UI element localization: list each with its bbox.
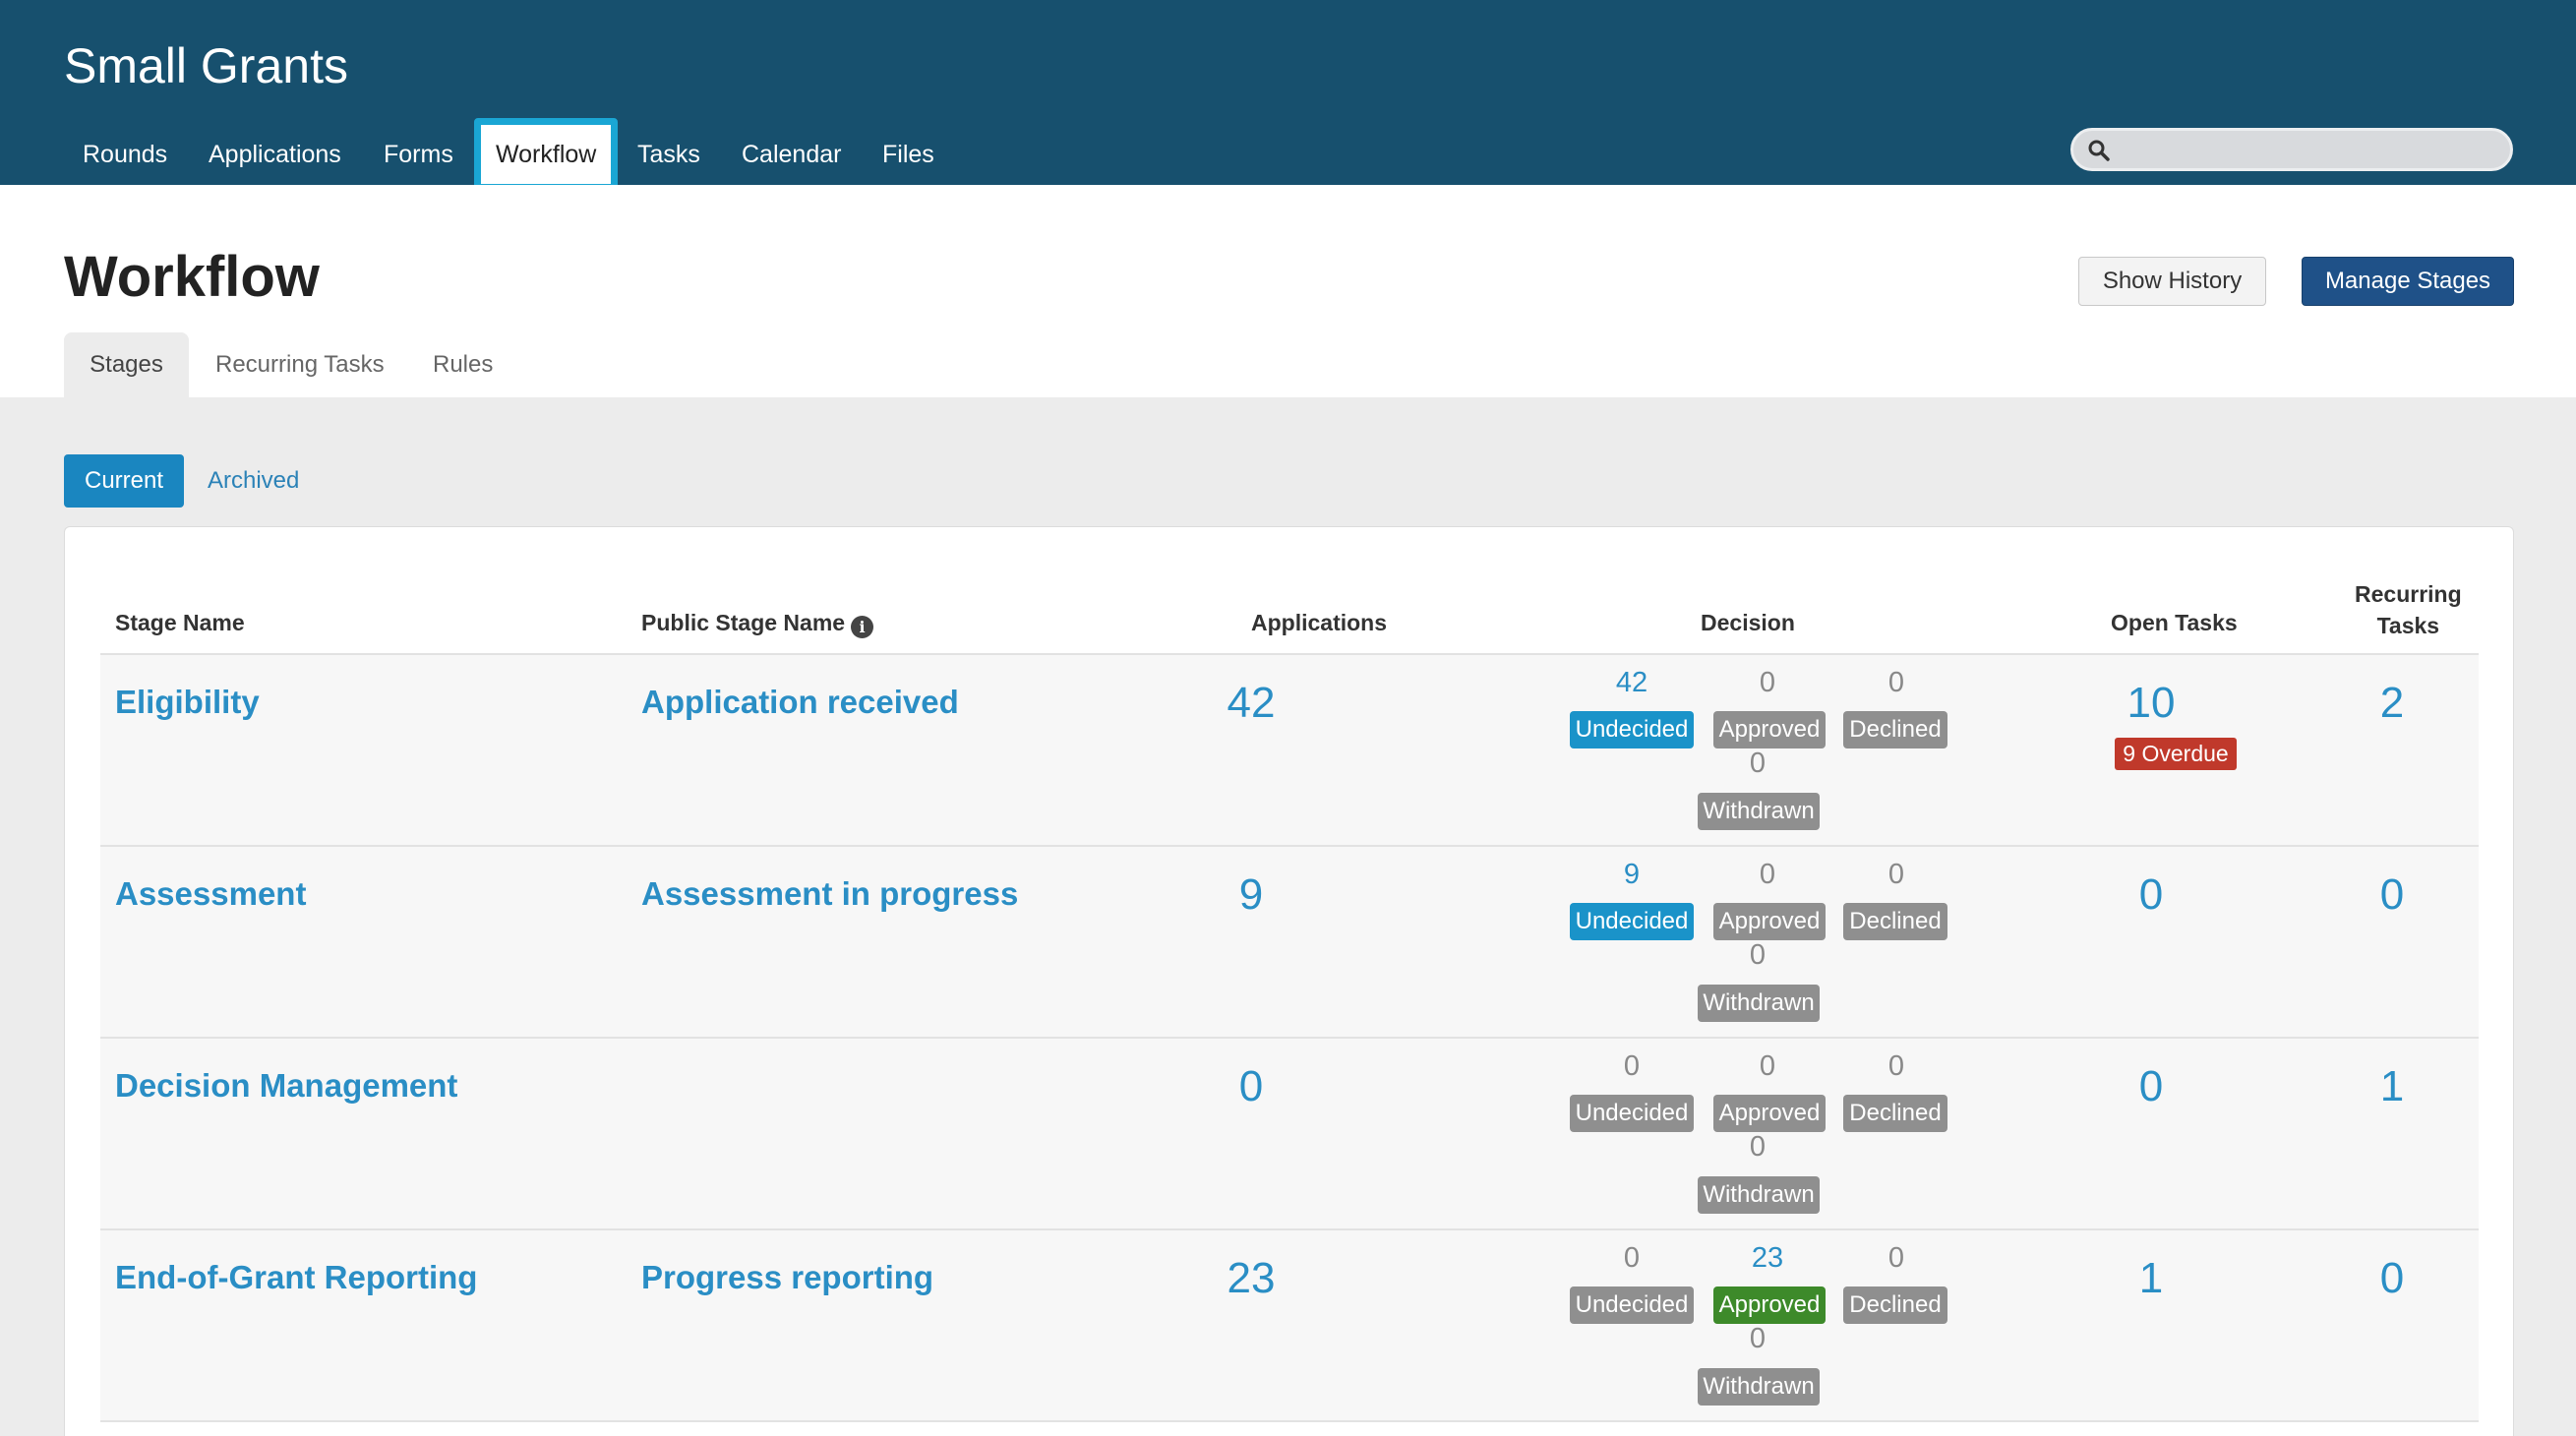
header-applications: Applications [1251, 610, 1388, 635]
stage-name[interactable]: Decision Management [115, 1067, 457, 1105]
declined-count[interactable]: 0 [1834, 1242, 1958, 1275]
nav-tasks[interactable]: Tasks [637, 141, 700, 169]
withdrawn-count[interactable]: 0 [1696, 1131, 1820, 1164]
open-tasks-count[interactable]: 10 [2112, 679, 2190, 728]
applications-count[interactable]: 0 [1212, 1062, 1290, 1111]
approved-badge[interactable]: Approved [1713, 903, 1826, 940]
header-open-tasks: Open Tasks [2111, 610, 2238, 635]
app-title: Small Grants [64, 38, 348, 93]
declined-count[interactable]: 0 [1834, 1050, 1958, 1083]
open-tasks-count[interactable]: 0 [2112, 1062, 2190, 1111]
header-public-stage-name: Public Stage Name i [641, 610, 874, 638]
approved-count[interactable]: 23 [1706, 1242, 1829, 1275]
stage-name[interactable]: End-of-Grant Reporting [115, 1259, 477, 1296]
row-divider [100, 1420, 2479, 1422]
withdrawn-count[interactable]: 0 [1696, 1323, 1820, 1355]
approved-count[interactable]: 0 [1706, 1050, 1829, 1083]
tab-recurring-tasks[interactable]: Recurring Tasks [215, 332, 385, 397]
public-stage-name[interactable]: Assessment in progress [641, 875, 1018, 913]
info-icon[interactable]: i [851, 616, 874, 638]
header-recurring-tasks-line1: Recurring [2355, 581, 2462, 607]
approved-count[interactable]: 0 [1706, 859, 1829, 891]
nav-rounds[interactable]: Rounds [83, 141, 167, 169]
undecided-badge[interactable]: Undecided [1570, 903, 1694, 940]
approved-badge[interactable]: Approved [1713, 1286, 1826, 1324]
undecided-count[interactable]: 0 [1570, 1242, 1694, 1275]
approved-badge[interactable]: Approved [1713, 1095, 1826, 1132]
header-recurring-tasks-line2: Tasks [2376, 613, 2440, 638]
declined-count[interactable]: 0 [1834, 859, 1958, 891]
stage-name[interactable]: Assessment [115, 875, 306, 913]
withdrawn-count[interactable]: 0 [1696, 939, 1820, 972]
undecided-count[interactable]: 9 [1570, 859, 1694, 891]
search-icon [2088, 140, 2110, 161]
recurring-tasks-count[interactable]: 0 [2363, 870, 2422, 920]
show-history-button[interactable]: Show History [2078, 257, 2266, 306]
declined-badge[interactable]: Declined [1843, 903, 1947, 940]
table-row: Decision Management 0 0 0 0 Undecided Ap… [100, 1037, 2479, 1228]
header-decision: Decision [1701, 610, 1795, 635]
withdrawn-count[interactable]: 0 [1696, 748, 1820, 780]
recurring-tasks-count[interactable]: 1 [2363, 1062, 2422, 1111]
top-bar: Small Grants Rounds Applications Forms W… [0, 0, 2576, 191]
nav-workflow[interactable]: Workflow [474, 118, 619, 191]
declined-count[interactable]: 0 [1834, 667, 1958, 699]
recurring-tasks-count[interactable]: 0 [2363, 1254, 2422, 1303]
withdrawn-badge[interactable]: Withdrawn [1698, 793, 1820, 830]
nav-calendar[interactable]: Calendar [742, 141, 841, 169]
manage-stages-button[interactable]: Manage Stages [2302, 257, 2514, 306]
table-row: End-of-Grant Reporting Progress reportin… [100, 1228, 2479, 1420]
filter-current[interactable]: Current [64, 454, 184, 508]
overdue-badge[interactable]: 9 Overdue [2115, 738, 2237, 770]
page-title: Workflow [64, 245, 320, 309]
recurring-tasks-count[interactable]: 2 [2363, 679, 2422, 728]
withdrawn-badge[interactable]: Withdrawn [1698, 985, 1820, 1022]
filter-archived[interactable]: Archived [208, 454, 299, 508]
withdrawn-badge[interactable]: Withdrawn [1698, 1368, 1820, 1406]
table-row: Eligibility Application received 42 42 0… [100, 653, 2479, 845]
applications-count[interactable]: 23 [1212, 1254, 1290, 1303]
undecided-badge[interactable]: Undecided [1570, 1095, 1694, 1132]
applications-count[interactable]: 42 [1212, 679, 1290, 728]
approved-badge[interactable]: Approved [1713, 711, 1826, 748]
open-tasks-count[interactable]: 0 [2112, 870, 2190, 920]
nav-applications[interactable]: Applications [209, 141, 341, 169]
open-tasks-count[interactable]: 1 [2112, 1254, 2190, 1303]
nav-forms[interactable]: Forms [384, 141, 453, 169]
stage-name[interactable]: Eligibility [115, 684, 260, 721]
tab-rules[interactable]: Rules [433, 332, 493, 397]
header-stage-name: Stage Name [115, 610, 245, 635]
public-stage-name[interactable]: Application received [641, 684, 959, 721]
declined-badge[interactable]: Declined [1843, 1286, 1947, 1324]
declined-badge[interactable]: Declined [1843, 1095, 1947, 1132]
undecided-count[interactable]: 0 [1570, 1050, 1694, 1083]
nav-files[interactable]: Files [882, 141, 934, 169]
page-header: Workflow Show History Manage Stages Stag… [0, 185, 2576, 397]
withdrawn-badge[interactable]: Withdrawn [1698, 1176, 1820, 1214]
undecided-badge[interactable]: Undecided [1570, 1286, 1694, 1324]
declined-badge[interactable]: Declined [1843, 711, 1947, 748]
tab-stages[interactable]: Stages [64, 332, 189, 397]
table-row: Assessment Assessment in progress 9 9 0 … [100, 845, 2479, 1037]
undecided-count[interactable]: 42 [1570, 667, 1694, 699]
header-recurring-tasks: Recurring Tasks [2355, 578, 2462, 641]
undecided-badge[interactable]: Undecided [1570, 711, 1694, 748]
applications-count[interactable]: 9 [1212, 870, 1290, 920]
header-public-stage-name-label: Public Stage Name [641, 610, 846, 635]
search-input[interactable] [2070, 128, 2513, 171]
approved-count[interactable]: 0 [1706, 667, 1829, 699]
public-stage-name[interactable]: Progress reporting [641, 1259, 933, 1296]
